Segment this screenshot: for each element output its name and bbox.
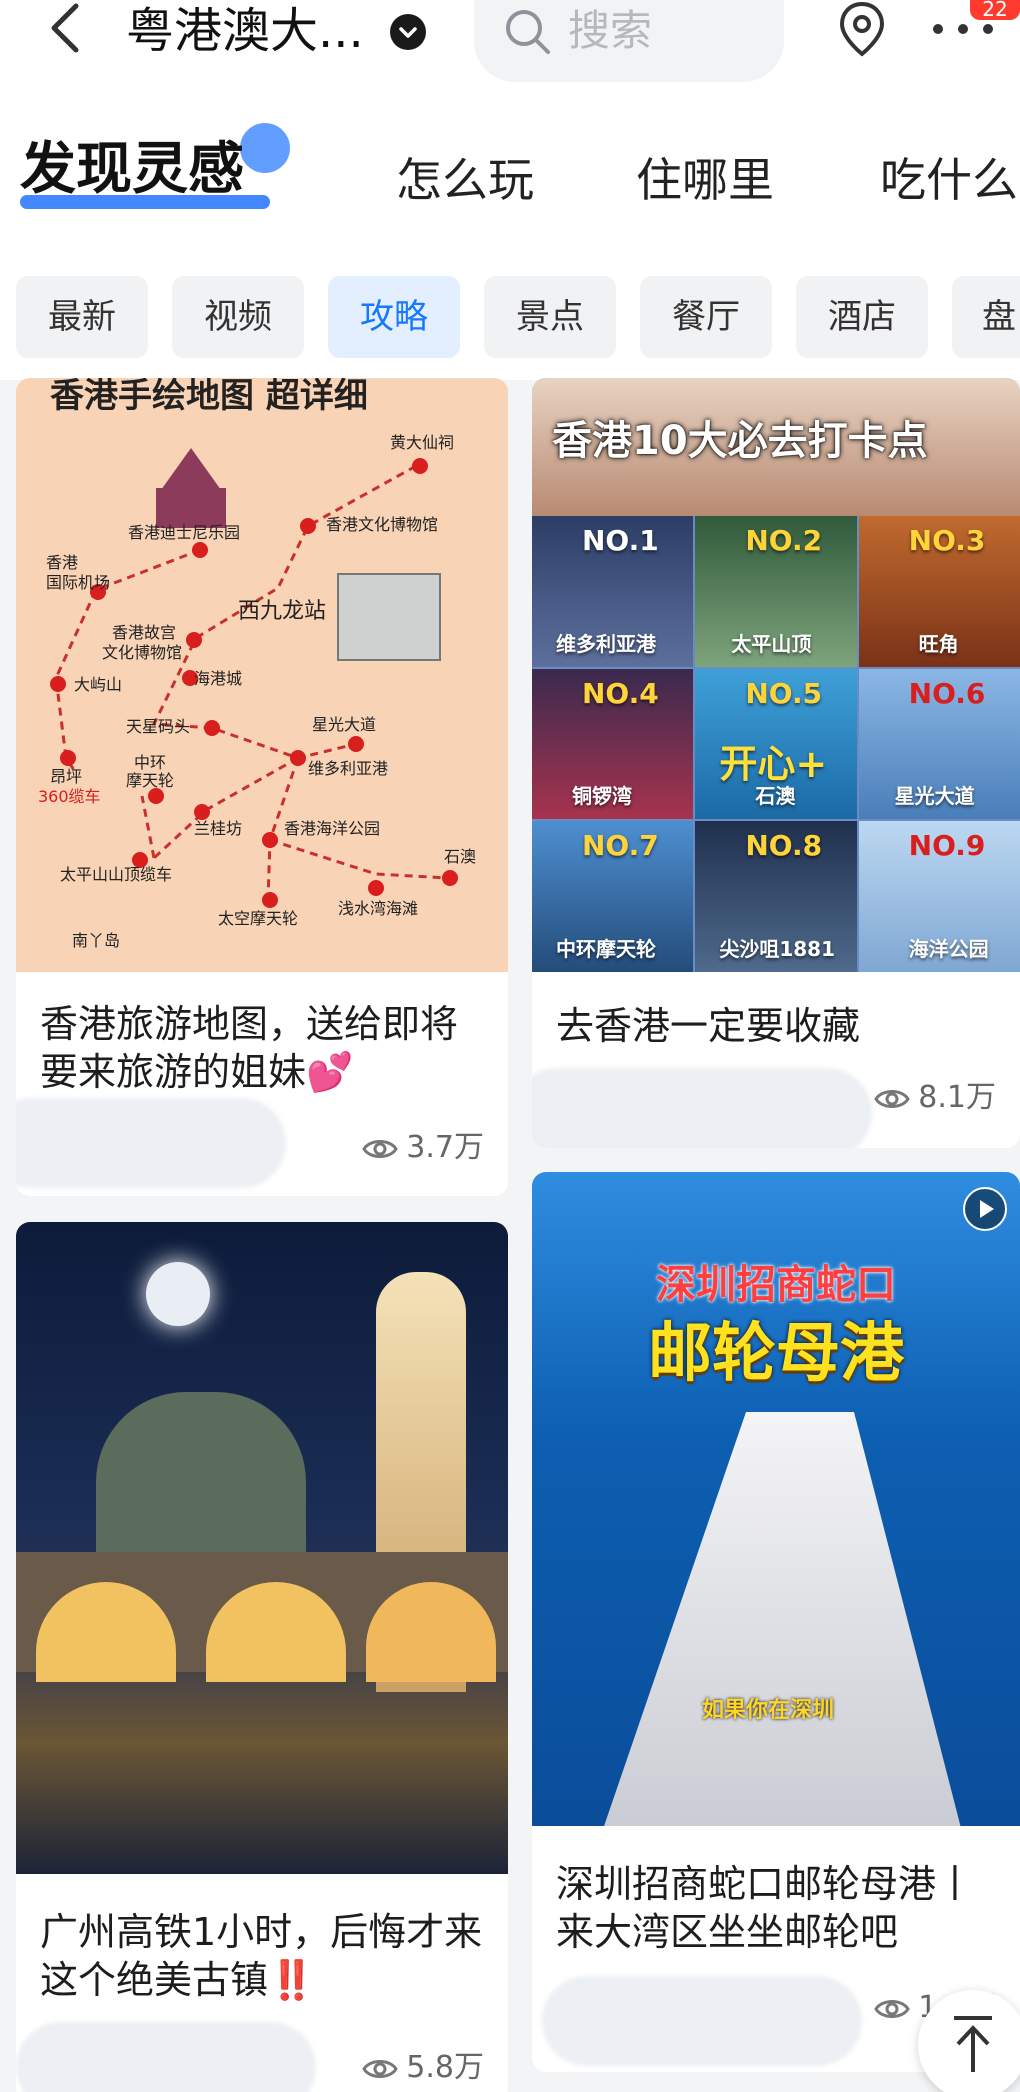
map-label: 海港城 — [194, 669, 242, 688]
compass-icon — [240, 123, 290, 173]
map-label: 中环 — [134, 753, 166, 772]
view-count-value: 3.7万 — [406, 1130, 484, 1165]
back-to-top-button[interactable] — [918, 1990, 1020, 2092]
ancient-town-image — [16, 1222, 508, 1874]
map-label: 香港迪士尼乐园 — [128, 523, 240, 542]
map-label: 摩天轮 — [126, 771, 174, 790]
eye-icon — [874, 1090, 911, 1108]
map-label: 国际机场 — [46, 573, 110, 592]
map-route-graphic: 黄大仙祠 香港迪士尼乐园 香港文化博物馆 香港 国际机场 西九龙站 香港故宫 文… — [38, 433, 476, 950]
top10-title: 香港10大必去打卡点 — [552, 418, 928, 464]
cruise-caption: 如果你在深圳 — [702, 1698, 835, 1723]
card-title[interactable]: 香港旅游地图，送给即将要来旅游的姐妹💕 — [40, 1000, 480, 1096]
map-label: 石澳 — [444, 847, 476, 866]
chip-sights[interactable]: 景点 — [484, 276, 616, 358]
author-info-blurred — [16, 2022, 316, 2092]
category-tabs: 发现灵感 怎么玩 住哪里 吃什么 — [0, 95, 1020, 270]
city-selector-label[interactable]: 粤港澳大... — [126, 0, 364, 66]
tab-how-to-play[interactable]: 怎么玩 — [396, 150, 534, 210]
feed-card-cruise[interactable]: 深圳招商蛇口 邮轮母港 如果你在深圳 深圳招商蛇口邮轮母港丨来大湾区坐坐邮轮吧 … — [532, 1172, 1020, 2072]
card-title[interactable]: 去香港一定要收藏 — [556, 1002, 996, 1050]
map-label: 天星码头 — [126, 717, 190, 736]
map-label: 大屿山 — [74, 675, 122, 694]
map-label: 浅水湾海滩 — [338, 899, 418, 918]
cruise-title-2: 邮轮母港 — [648, 1317, 904, 1391]
spot-tile: NO.9 海洋公园 — [858, 821, 1020, 972]
spot-tile: NO.6 星光大道 — [858, 668, 1020, 820]
map-label: 黄大仙祠 — [390, 433, 454, 452]
tab-inspiration[interactable]: 发现灵感 — [20, 135, 244, 205]
top-bar: 粤港澳大... 搜索 22 — [0, 0, 1020, 95]
map-label: 香港文化博物馆 — [326, 515, 438, 534]
map-label: 香港故宫 — [112, 623, 176, 642]
search-input[interactable]: 搜索 — [474, 0, 784, 82]
notification-badge: 22 — [970, 0, 1020, 20]
chevron-down-icon[interactable] — [390, 14, 426, 50]
spot-tile: NO.7 中环摩天轮 — [532, 821, 694, 972]
card-title[interactable]: 深圳招商蛇口邮轮母港丨来大湾区坐坐邮轮吧 — [556, 1860, 996, 1956]
chip-latest[interactable]: 最新 — [16, 276, 148, 358]
map-label: 香港海洋公园 — [284, 819, 380, 838]
search-placeholder: 搜索 — [568, 6, 653, 55]
view-count: 5.8万 — [362, 2048, 484, 2088]
author-info-blurred — [16, 1098, 286, 1188]
view-count-value: 5.8万 — [406, 2050, 484, 2085]
filter-chips: 最新 视频 攻略 景点 餐厅 酒店 盘 — [0, 270, 1020, 380]
map-label: 南丫岛 — [72, 931, 120, 950]
map-label: 维多利亚港 — [308, 759, 388, 778]
map-label: 360缆车 — [38, 787, 101, 806]
map-label: 昂坪 — [50, 767, 82, 786]
back-arrow-icon[interactable] — [40, 0, 90, 60]
card-title[interactable]: 广州高铁1小时，后悔才来这个绝美古镇‼️ — [40, 1908, 490, 2004]
cruise-ship-graphic — [602, 1412, 962, 1826]
map-label: 星光大道 — [312, 715, 376, 734]
eye-icon — [362, 2060, 399, 2078]
spot-tile: NO.4 铜锣湾 — [532, 668, 694, 820]
map-label: 太平山山顶缆车 — [60, 865, 172, 884]
feed-card-hk-top10[interactable]: 香港10大必去打卡点 NO.1 维多利亚港 NO.2 太平山顶 NO.3 旺角 NO.… — [532, 378, 1020, 1148]
spot-tile: NO.2 太平山顶 — [695, 516, 857, 667]
spot-tile: NO.5 开心+ 石澳 — [695, 668, 857, 820]
hk-top10-image: 香港10大必去打卡点 NO.1 维多利亚港 NO.2 太平山顶 NO.3 旺角 NO.… — [532, 378, 1020, 972]
moon-graphic — [146, 1262, 210, 1326]
eye-icon — [874, 2000, 911, 2018]
chip-restaurant[interactable]: 餐厅 — [640, 276, 772, 358]
spot-tile: NO.1 维多利亚港 — [532, 516, 694, 667]
spot-grid: NO.1 维多利亚港 NO.2 太平山顶 NO.3 旺角 NO.4 铜锣湾 NO.5 开心… — [532, 516, 1020, 972]
author-info-blurred — [542, 1976, 862, 2066]
tab-what-to-eat[interactable]: 吃什么 — [880, 150, 1018, 210]
feed-card-ancient-town[interactable]: 广州高铁1小时，后悔才来这个绝美古镇‼️ 5.8万 — [16, 1222, 508, 2092]
location-pin-icon[interactable] — [832, 0, 892, 60]
spot-tile: NO.3 旺角 — [858, 516, 1020, 667]
chip-more[interactable]: 盘 — [952, 276, 1020, 358]
eye-icon — [362, 1140, 399, 1158]
view-count: 8.1万 — [874, 1078, 996, 1118]
arrow-up-icon — [954, 2016, 992, 2072]
map-label: 香港 — [46, 553, 78, 572]
chip-video[interactable]: 视频 — [172, 276, 304, 358]
spot-tile: NO.8 尖沙咀1881 — [695, 821, 857, 972]
chip-guide[interactable]: 攻略 — [328, 276, 460, 358]
author-info-blurred — [532, 1068, 872, 1148]
hk-map-image: 香港手绘地图 超详细 黄大仙祠 香港迪士尼乐园 香港文化博物馆 香港 国际机场 … — [16, 378, 508, 972]
video-play-icon — [963, 1187, 1007, 1231]
feed-card-hk-map[interactable]: 香港手绘地图 超详细 黄大仙祠 香港迪士尼乐园 香港文化博物馆 香港 国际机场 … — [16, 378, 508, 1196]
map-label: 西九龙站 — [238, 599, 326, 624]
map-label: 兰桂坊 — [194, 819, 242, 838]
view-count-value: 8.1万 — [918, 1080, 996, 1115]
tab-where-to-stay[interactable]: 住哪里 — [636, 150, 774, 210]
map-label: 文化博物馆 — [102, 643, 182, 662]
view-count: 3.7万 — [362, 1128, 484, 1168]
map-label: 太空摩天轮 — [218, 909, 298, 928]
cruise-image: 深圳招商蛇口 邮轮母港 如果你在深圳 — [532, 1172, 1020, 1826]
search-icon — [506, 10, 550, 54]
chip-hotel[interactable]: 酒店 — [796, 276, 928, 358]
